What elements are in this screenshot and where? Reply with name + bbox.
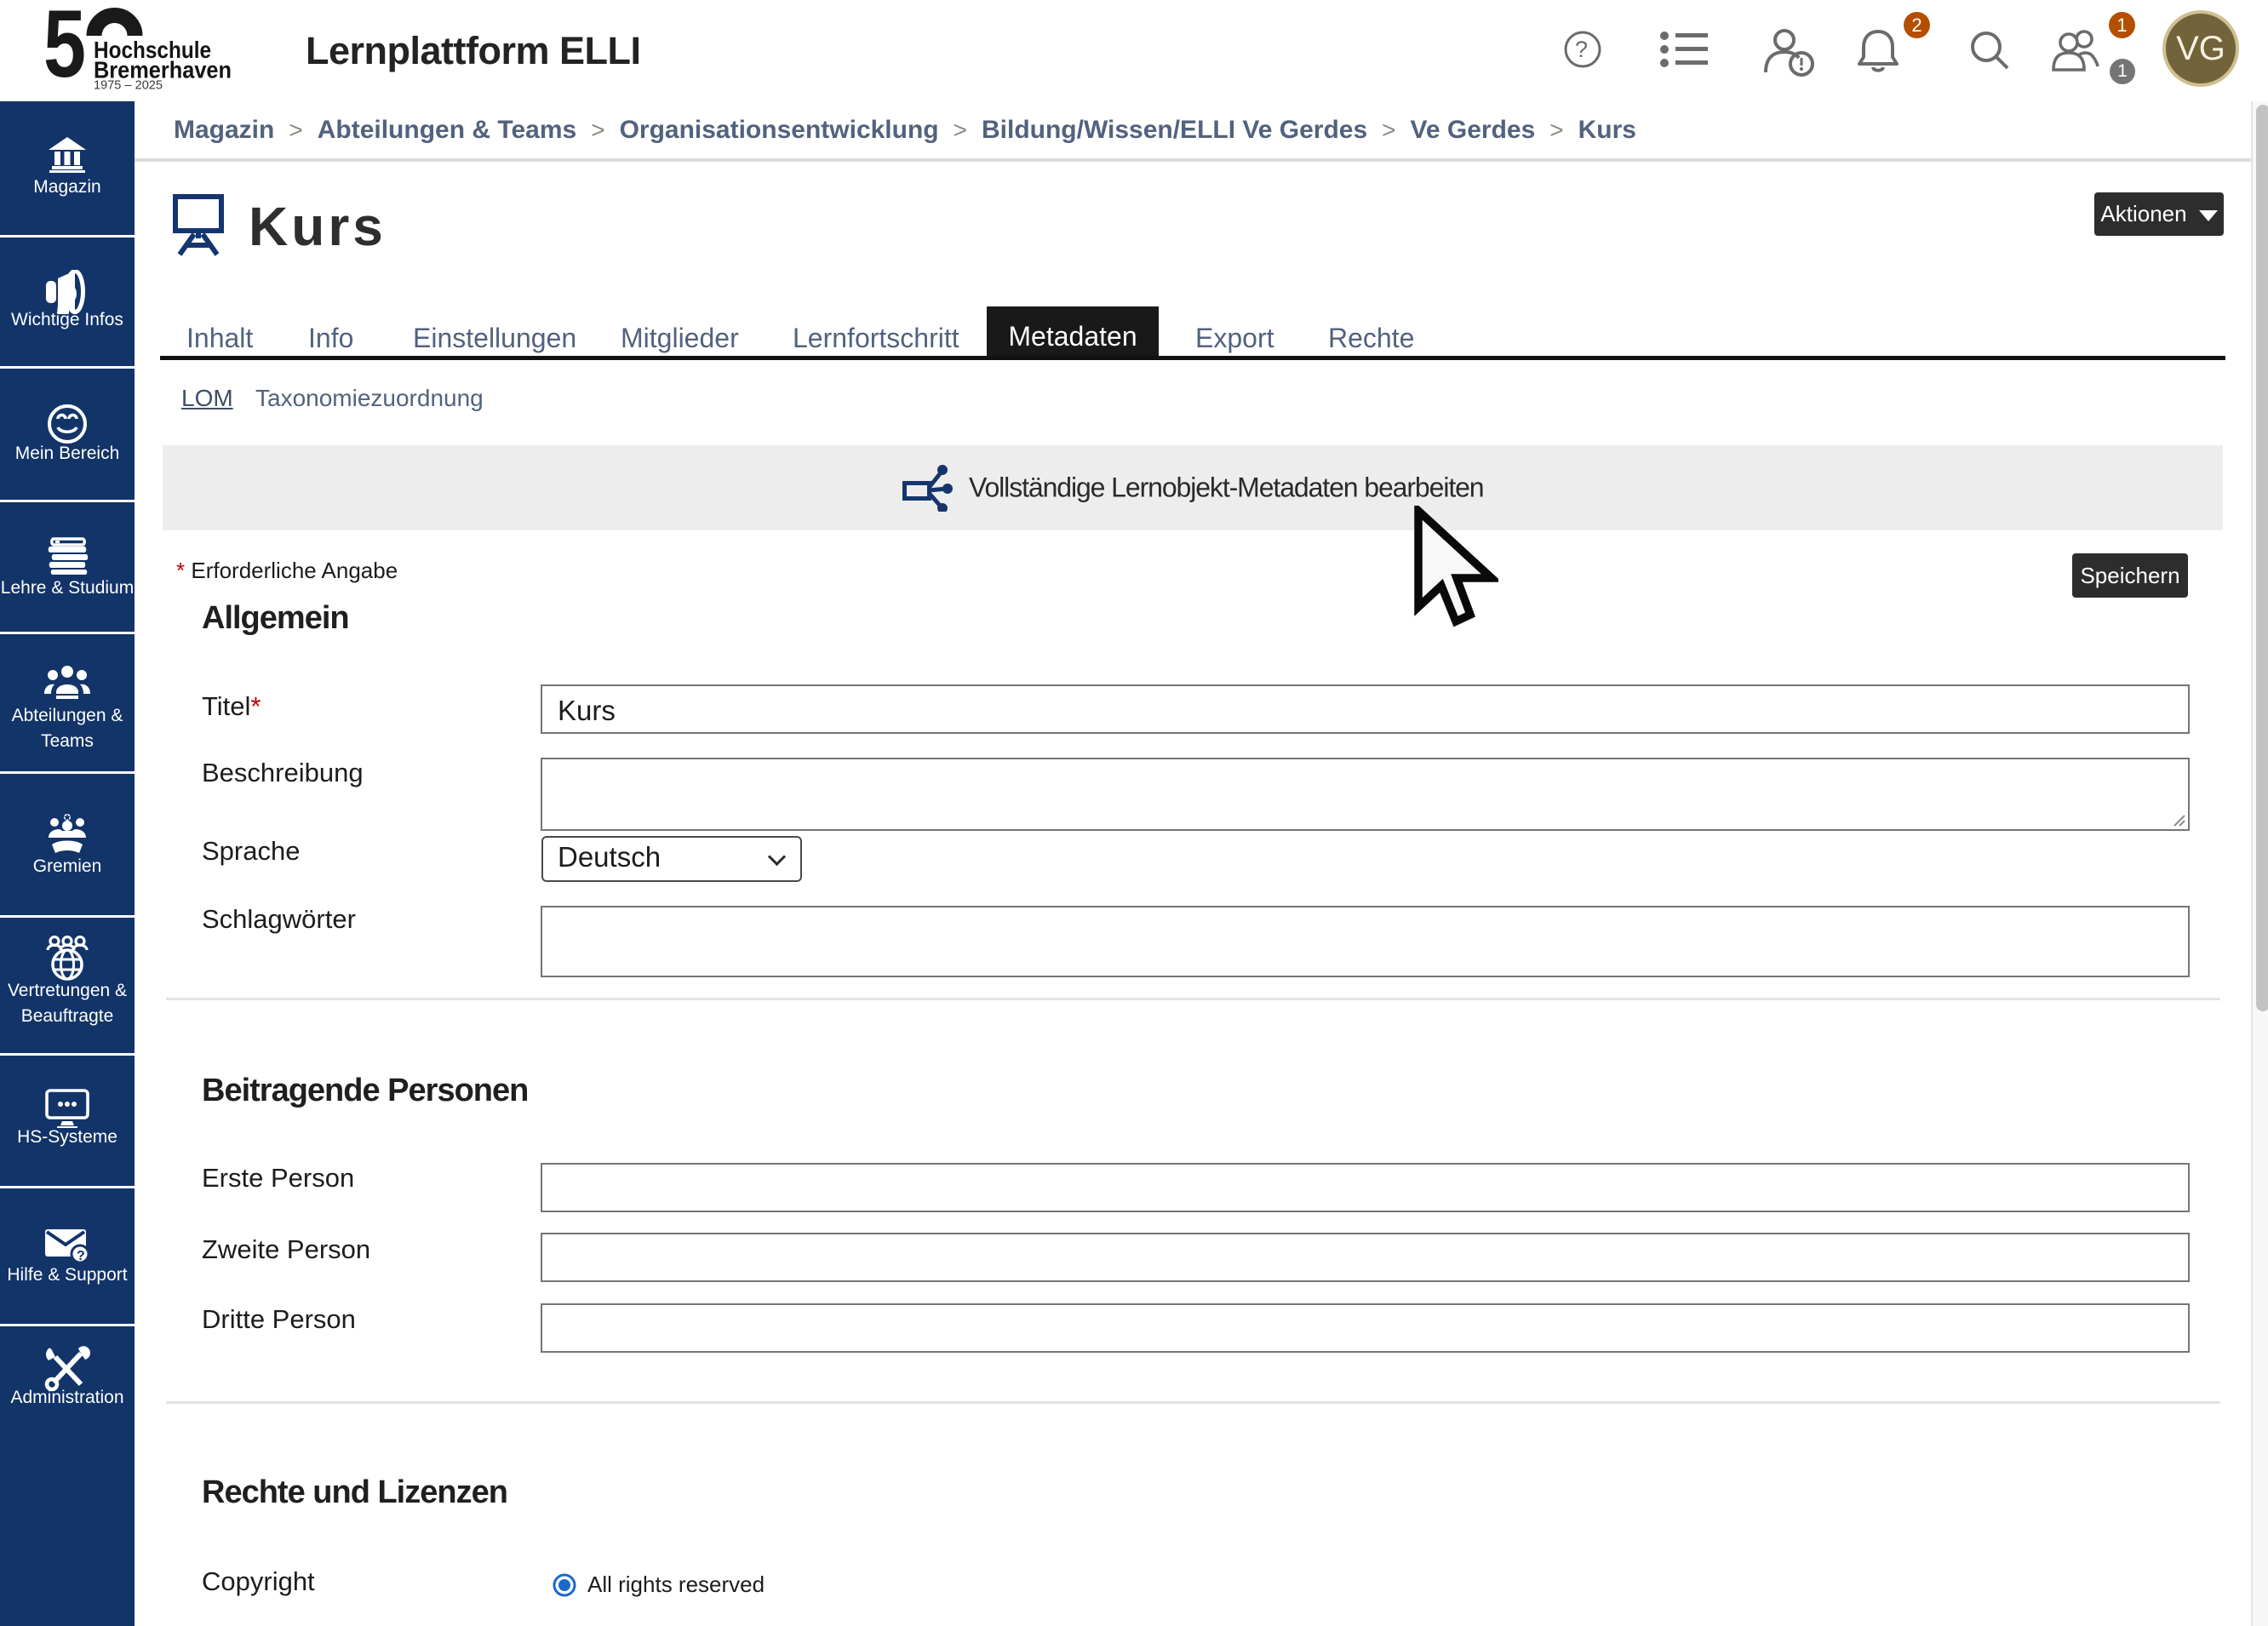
svg-text:?: ? [1575, 37, 1588, 62]
svg-text:?: ? [77, 1249, 85, 1263]
svg-text:1975 – 2025: 1975 – 2025 [94, 79, 163, 93]
svg-text:5: 5 [43, 0, 86, 97]
